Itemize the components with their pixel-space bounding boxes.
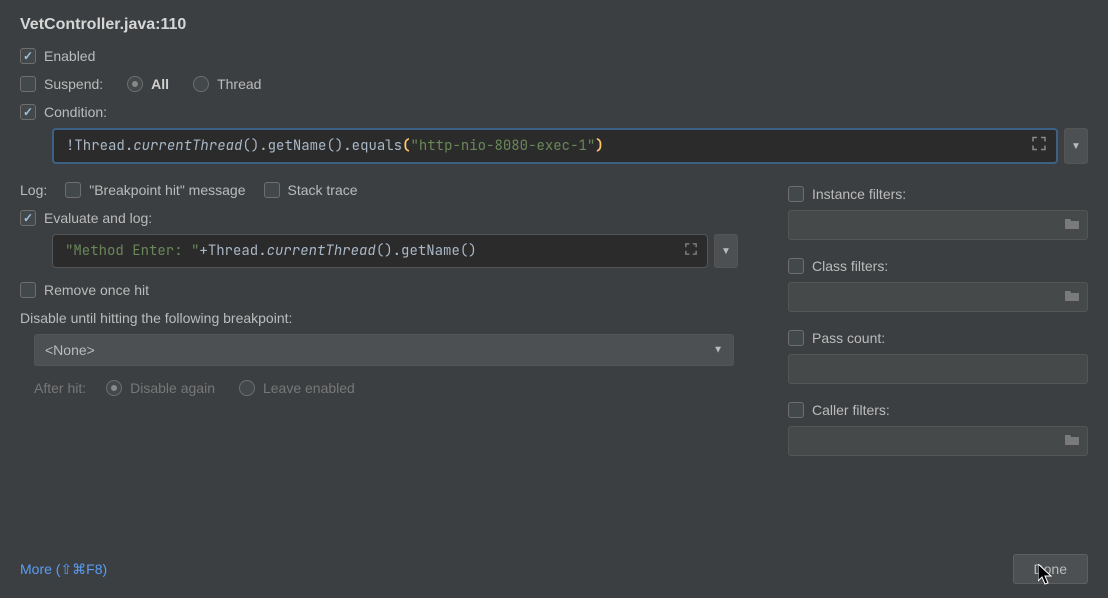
enabled-label: Enabled	[44, 48, 95, 64]
expand-icon[interactable]	[1032, 137, 1046, 156]
log-stack-trace-checkbox[interactable]	[264, 182, 280, 198]
class-filters-input[interactable]	[788, 282, 1088, 312]
code-token: getName	[268, 137, 327, 155]
after-hit-disable-radio[interactable]	[106, 380, 122, 396]
code-token: ()	[242, 137, 259, 155]
more-link[interactable]: More (⇧⌘F8)	[20, 561, 107, 578]
log-breakpoint-hit-label: "Breakpoint hit" message	[89, 182, 245, 198]
condition-label: Condition:	[44, 104, 107, 120]
condition-history-dropdown[interactable]: ▼	[1064, 128, 1088, 164]
done-button[interactable]: Done	[1013, 554, 1088, 584]
code-token: .	[258, 242, 266, 260]
code-token: !	[66, 137, 74, 155]
class-filters-label: Class filters:	[812, 258, 888, 274]
code-token: (	[402, 137, 410, 155]
disable-until-label: Disable until hitting the following brea…	[20, 310, 738, 326]
instance-filters-label: Instance filters:	[812, 186, 906, 202]
evaluate-log-history-dropdown[interactable]: ▼	[714, 234, 738, 268]
code-token: Thread	[74, 137, 124, 155]
suspend-thread-radio[interactable]	[193, 76, 209, 92]
suspend-checkbox[interactable]	[20, 76, 36, 92]
suspend-label: Suspend:	[44, 76, 103, 92]
condition-input[interactable]: !Thread.currentThread().getName().equals…	[52, 128, 1058, 164]
remove-once-hit-label: Remove once hit	[44, 282, 149, 298]
expand-icon[interactable]	[685, 242, 697, 260]
code-token: ()	[460, 242, 477, 260]
pass-count-checkbox[interactable]	[788, 330, 804, 346]
instance-filters-checkbox[interactable]	[788, 186, 804, 202]
evaluate-log-checkbox[interactable]	[20, 210, 36, 226]
code-token: "Method Enter: "	[65, 242, 199, 260]
after-hit-leave-radio[interactable]	[239, 380, 255, 396]
code-token: ()	[326, 137, 343, 155]
pass-count-label: Pass count:	[812, 330, 885, 346]
after-hit-label: After hit:	[34, 380, 86, 396]
log-stack-trace-label: Stack trace	[288, 182, 358, 198]
code-token: getName	[401, 242, 460, 260]
after-hit-disable-label: Disable again	[130, 380, 215, 396]
suspend-all-label: All	[151, 76, 169, 92]
suspend-thread-label: Thread	[217, 76, 261, 92]
pass-count-input[interactable]	[788, 354, 1088, 384]
folder-icon[interactable]	[1064, 433, 1080, 449]
evaluate-log-input[interactable]: "Method Enter: " + Thread.currentThread(…	[52, 234, 708, 268]
after-hit-leave-label: Leave enabled	[263, 380, 355, 396]
enabled-checkbox[interactable]	[20, 48, 36, 64]
code-token: +	[199, 242, 207, 260]
caller-filters-checkbox[interactable]	[788, 402, 804, 418]
code-token: equals	[352, 137, 402, 155]
evaluate-log-label: Evaluate and log:	[44, 210, 152, 226]
class-filters-checkbox[interactable]	[788, 258, 804, 274]
code-token: .	[393, 242, 401, 260]
condition-checkbox[interactable]	[20, 104, 36, 120]
disable-until-value: <None>	[45, 342, 95, 358]
code-token: currentThread	[133, 137, 242, 155]
log-breakpoint-hit-checkbox[interactable]	[65, 182, 81, 198]
suspend-all-radio[interactable]	[127, 76, 143, 92]
instance-filters-input[interactable]	[788, 210, 1088, 240]
breakpoint-dialog: VetController.java:110 Enabled Suspend: …	[0, 0, 1108, 598]
dialog-title: VetController.java:110	[20, 16, 1088, 34]
code-token: "http-nio-8080-exec-1"	[410, 137, 595, 155]
folder-icon[interactable]	[1064, 289, 1080, 305]
code-token: currentThread	[267, 242, 376, 260]
disable-until-select[interactable]: <None> ▼	[34, 334, 734, 366]
code-token: ()	[376, 242, 393, 260]
code-token: )	[595, 137, 603, 155]
remove-once-hit-checkbox[interactable]	[20, 282, 36, 298]
code-token: .	[259, 137, 267, 155]
log-label: Log:	[20, 182, 47, 198]
code-token: .	[343, 137, 351, 155]
caller-filters-input[interactable]	[788, 426, 1088, 456]
folder-icon[interactable]	[1064, 217, 1080, 233]
code-token: .	[125, 137, 133, 155]
chevron-down-icon: ▼	[713, 345, 723, 356]
caller-filters-label: Caller filters:	[812, 402, 890, 418]
code-token: Thread	[208, 242, 258, 260]
